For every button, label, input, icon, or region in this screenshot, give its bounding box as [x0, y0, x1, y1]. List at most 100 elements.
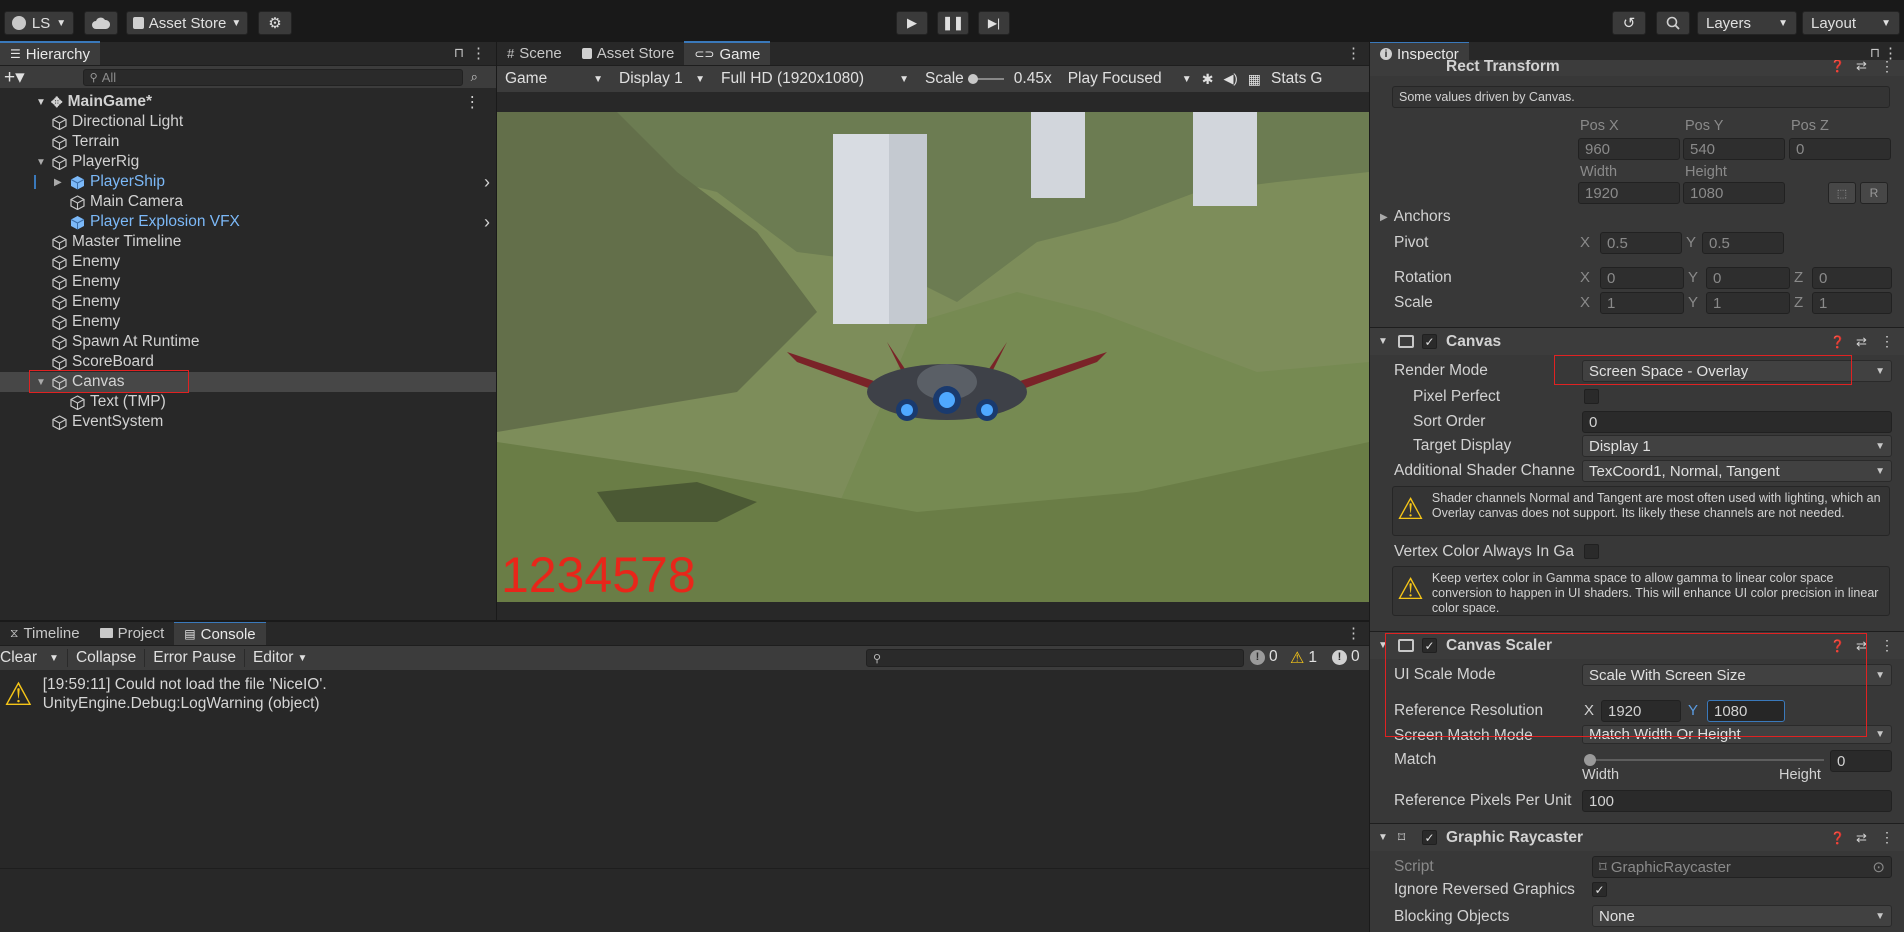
layers-dropdown[interactable]: Layers ▼ [1697, 11, 1797, 35]
hierarchy-item[interactable]: Spawn At Runtime [52, 332, 200, 352]
keyboard-icon[interactable]: ▦ [1248, 71, 1261, 88]
canvas-enabled-checkbox[interactable]: ✓ [1422, 334, 1437, 349]
anchors-foldout[interactable]: ▶ Anchors [1380, 208, 1451, 226]
reference-ppu-field[interactable]: 100 [1582, 790, 1892, 812]
tab-hierarchy[interactable]: ☰ Hierarchy [0, 41, 100, 65]
pos-x-field[interactable]: 960 [1578, 138, 1680, 160]
tab-game[interactable]: ⊂⊃ Game [684, 41, 771, 65]
scale-z-field[interactable]: 1 [1812, 292, 1892, 314]
sort-order-field[interactable]: 0 [1582, 411, 1892, 433]
tab-project[interactable]: Project [90, 621, 175, 645]
hierarchy-item[interactable]: Player Explosion VFX › [70, 212, 490, 232]
ui-scale-mode-dropdown[interactable]: Scale With Screen Size ▼ [1582, 664, 1892, 686]
chevron-right-icon[interactable]: › [484, 172, 490, 193]
resolution-dropdown[interactable]: Full HD (1920x1080) ▼ [715, 70, 915, 88]
console-search-input[interactable]: ⚲ [866, 649, 1244, 667]
bug-icon[interactable]: ✱ [1202, 71, 1214, 88]
width-field[interactable]: 1920 [1578, 182, 1680, 204]
pivot-x-field[interactable]: 0.5 [1600, 232, 1682, 254]
lock-icon[interactable]: ⊓ [1870, 45, 1880, 61]
preset-icon[interactable]: ⇄ [1856, 830, 1867, 846]
hierarchy-item[interactable]: ScoreBoard [52, 352, 154, 372]
kebab-menu-icon[interactable]: ⋮ [1880, 829, 1894, 846]
object-picker-icon[interactable]: ⊙ [1872, 858, 1885, 876]
pos-y-field[interactable]: 540 [1683, 138, 1785, 160]
play-focused-dropdown[interactable]: Play Focused ▼ [1062, 70, 1198, 88]
preset-icon[interactable]: ⇄ [1856, 638, 1867, 654]
graphic-raycaster-header[interactable]: ▼ ⌑ ✓ Graphic Raycaster ❓ ⇄ ⋮ [1370, 823, 1904, 851]
screen-match-mode-dropdown[interactable]: Match Width Or Height ▼ [1582, 725, 1892, 744]
reference-resolution-x-field[interactable]: 1920 [1601, 700, 1681, 722]
preset-icon[interactable]: ⇄ [1856, 334, 1867, 350]
rotation-y-field[interactable]: 0 [1706, 267, 1790, 289]
canvas-scaler-header[interactable]: ▼ ✓ Canvas Scaler ❓ ⇄ ⋮ [1370, 631, 1904, 659]
tab-scene[interactable]: # Scene [497, 41, 572, 65]
match-slider-thumb[interactable] [1584, 754, 1596, 766]
kebab-menu-icon[interactable]: ⋮ [1880, 60, 1894, 75]
game-viewport[interactable]: 1234578 [497, 112, 1369, 602]
collab-button[interactable]: ⚙ [258, 11, 292, 35]
match-slider[interactable] [1584, 753, 1824, 767]
gizmos-button[interactable]: G [1310, 70, 1322, 88]
hierarchy-search-input[interactable]: ⚲ All [82, 68, 463, 86]
vertex-color-checkbox[interactable] [1584, 544, 1599, 559]
kebab-menu-icon[interactable]: ⋮ [471, 44, 486, 62]
console-log-entry[interactable]: ⚠ [19:59:11] Could not load the file 'Ni… [0, 674, 1369, 714]
hierarchy-item[interactable]: Directional Light [52, 112, 183, 132]
kebab-menu-icon[interactable]: ⋮ [1880, 637, 1894, 654]
layout-dropdown[interactable]: Layout ▼ [1802, 11, 1900, 35]
height-field[interactable]: 1080 [1683, 182, 1785, 204]
pivot-y-field[interactable]: 0.5 [1702, 232, 1784, 254]
clear-button[interactable]: Clear ▼ [0, 649, 68, 667]
speaker-icon[interactable]: ◀) [1223, 71, 1237, 87]
canvas-scaler-enabled-checkbox[interactable]: ✓ [1422, 638, 1437, 653]
blocking-objects-dropdown[interactable]: None ▼ [1592, 905, 1892, 927]
pos-z-field[interactable]: 0 [1789, 138, 1891, 160]
scale-x-field[interactable]: 1 [1600, 292, 1684, 314]
preset-icon[interactable]: ⇄ [1856, 60, 1867, 74]
game-mode-dropdown[interactable]: Game ▼ [499, 70, 609, 88]
hierarchy-item[interactable]: ▶ PlayerShip › [34, 172, 490, 192]
hierarchy-item[interactable]: Enemy [52, 312, 120, 332]
script-field[interactable]: ⌑ GraphicRaycaster ⊙ [1592, 856, 1892, 878]
kebab-menu-icon[interactable]: ⋮ [465, 93, 481, 112]
cloud-button[interactable] [84, 11, 118, 35]
ignore-reversed-checkbox[interactable]: ✓ [1592, 882, 1607, 897]
tab-console[interactable]: ▤ Console [174, 621, 266, 645]
scene-root[interactable]: ▼ ✥ MainGame* ⋮ [36, 92, 496, 112]
asset-store-dropdown[interactable]: Asset Store ▼ [126, 11, 248, 35]
canvas-component-header[interactable]: ▼ ✓ Canvas ❓ ⇄ ⋮ [1370, 327, 1904, 355]
reference-resolution-y-field[interactable]: 1080 [1707, 700, 1785, 722]
account-dropdown[interactable]: LS ▼ [4, 11, 74, 35]
tab-timeline[interactable]: ⧖ Timeline [0, 621, 90, 645]
help-icon[interactable]: ❓ [1830, 335, 1845, 349]
rotation-z-field[interactable]: 0 [1812, 267, 1892, 289]
hierarchy-item[interactable]: Main Camera [70, 192, 183, 212]
chevron-right-icon[interactable]: › [484, 212, 490, 233]
collapse-button[interactable]: Collapse [68, 649, 146, 667]
play-button[interactable]: ▶ [896, 11, 928, 35]
shader-channels-dropdown[interactable]: TexCoord1, Normal, Tangent ▼ [1582, 460, 1892, 482]
error-count-toggle[interactable]: ! 0 [1332, 648, 1360, 666]
warning-count-toggle[interactable]: ⚠ 1 [1290, 648, 1317, 668]
tab-asset-store[interactable]: Asset Store [572, 41, 685, 65]
raw-edit-button[interactable]: R [1860, 182, 1888, 204]
kebab-menu-icon[interactable]: ⋮ [1346, 44, 1361, 62]
target-display-dropdown[interactable]: Display 1 ▼ [1582, 435, 1892, 457]
kebab-menu-icon[interactable]: ⋮ [1346, 624, 1361, 642]
stats-button[interactable]: Stats [1271, 70, 1306, 88]
search-button[interactable] [1656, 11, 1690, 35]
add-icon[interactable]: +▾ [4, 66, 25, 89]
filter-icon[interactable]: ⌕ [471, 69, 478, 85]
raycaster-enabled-checkbox[interactable]: ✓ [1422, 830, 1437, 845]
hierarchy-item[interactable]: Enemy [52, 252, 120, 272]
scale-y-field[interactable]: 1 [1706, 292, 1790, 314]
blueprint-button[interactable]: ⬚ [1828, 182, 1856, 204]
hierarchy-item[interactable]: ▼ PlayerRig [36, 152, 139, 172]
hierarchy-item[interactable]: Enemy [52, 292, 120, 312]
hierarchy-item[interactable]: Terrain [52, 132, 119, 152]
expand-arrow-icon[interactable]: ▼ [36, 157, 46, 168]
scale-slider[interactable] [967, 74, 1004, 84]
hierarchy-item[interactable]: ▼ Canvas [36, 372, 125, 392]
help-icon[interactable]: ❓ [1830, 639, 1845, 653]
